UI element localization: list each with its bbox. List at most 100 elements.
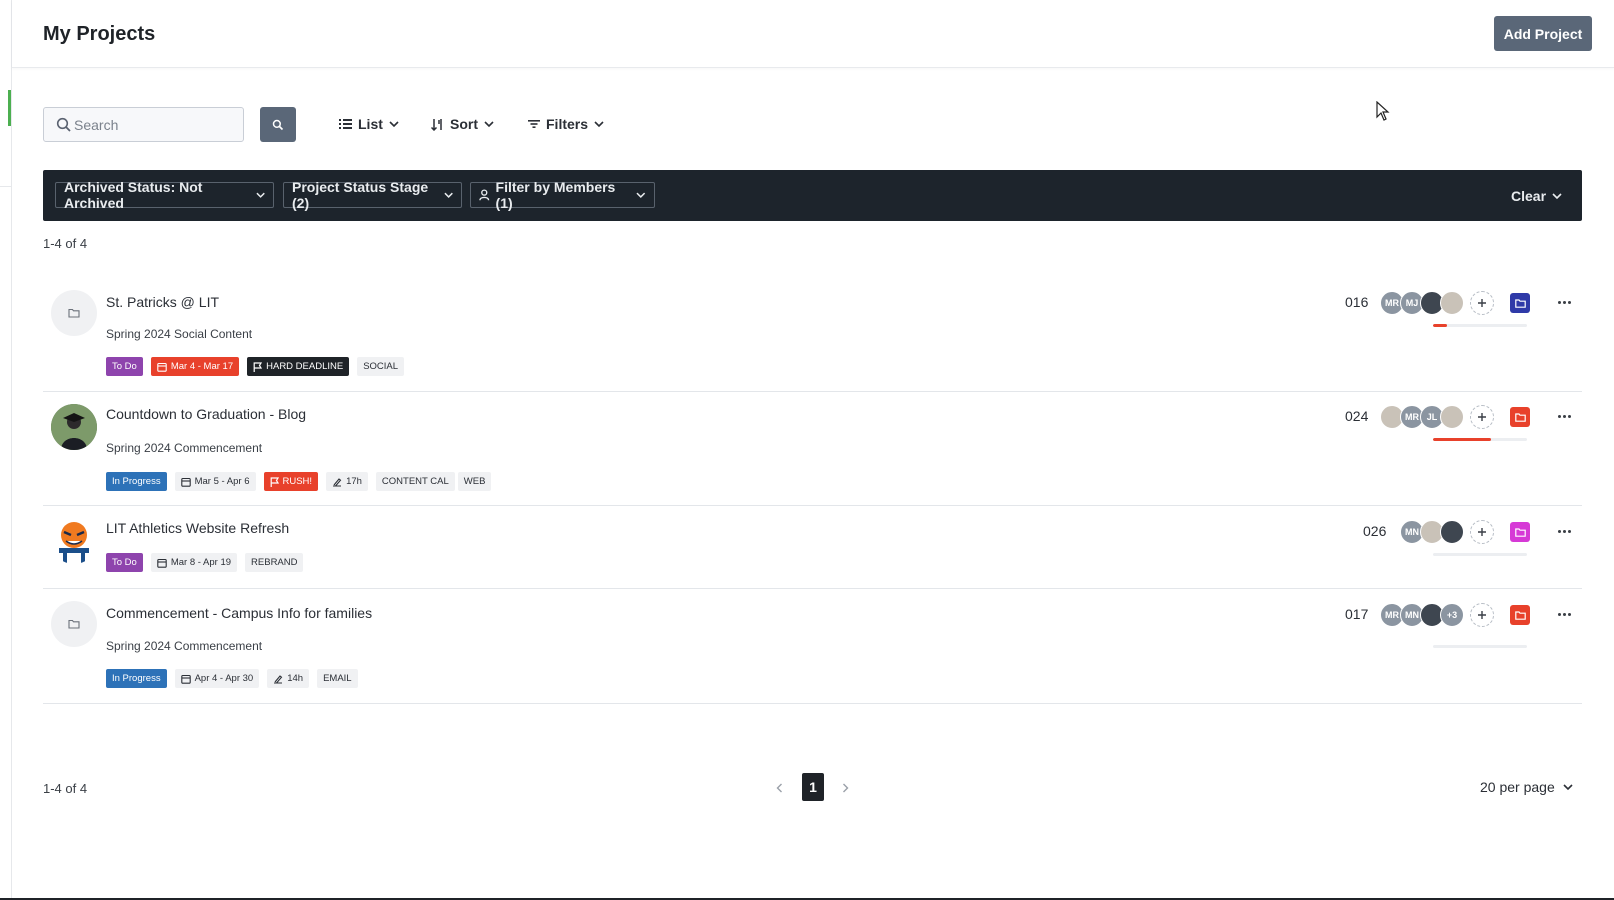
search-field[interactable] [43,107,244,142]
calendar-icon [157,558,167,568]
more-options-button[interactable] [1553,523,1575,539]
filter-chip-status-stage[interactable]: Project Status Stage (2) [283,179,462,211]
page-title: My Projects [43,23,156,45]
add-member-button[interactable] [1470,291,1494,315]
project-title[interactable]: Countdown to Graduation - Blog [106,406,306,422]
page-number-current[interactable]: 1 [802,773,824,801]
flag-icon [253,361,263,372]
status-badge[interactable]: To Do [106,553,143,572]
project-number: 017 [1345,606,1369,622]
project-title[interactable]: LIT Athletics Website Refresh [106,520,289,536]
flag-tag[interactable]: RUSH! [263,472,319,491]
project-subtitle: Spring 2024 Commencement [106,639,263,653]
add-project-button[interactable]: Add Project [1494,16,1592,51]
member-photo-avatar[interactable] [1440,520,1464,544]
project-row[interactable]: St. Patricks @ LIT Spring 2024 Social Co… [43,276,1582,392]
more-options-button[interactable] [1553,294,1575,310]
project-number: 026 [1363,523,1387,539]
filter-chip-label: Archived Status: Not Archived [64,179,203,211]
search-input[interactable] [74,116,234,133]
folder-icon [68,308,80,318]
mouse-cursor-icon [1376,101,1390,121]
date-range-label: Mar 5 - Apr 6 [194,476,250,487]
sort-label: Sort [450,116,478,132]
project-row[interactable]: Commencement - Campus Info for families … [43,589,1582,704]
label-tag[interactable]: CONTENT CAL [375,472,455,491]
sort-selector[interactable]: Sort [431,113,494,135]
project-avatar [51,290,97,336]
next-page-button[interactable] [838,781,852,795]
view-selector[interactable]: List [339,113,399,135]
view-label: List [358,116,383,132]
filter-chip-archived-status[interactable]: Archived Status: Not Archived [55,179,274,211]
filters-selector[interactable]: Filters [528,113,604,135]
add-member-button[interactable] [1470,520,1494,544]
chevron-left-icon [776,783,782,793]
flag-label: RUSH! [282,476,313,487]
filter-chip-members[interactable]: Filter by Members (1) [470,179,655,211]
project-title[interactable]: Commencement - Campus Info for families [106,605,372,621]
project-row[interactable]: Countdown to Graduation - Blog Spring 20… [43,392,1582,506]
project-avatar [51,518,97,564]
project-folder-button[interactable] [1510,293,1530,313]
progress-fill [1433,324,1448,327]
label-tag[interactable]: EMAIL [317,669,358,688]
more-options-button[interactable] [1553,408,1575,424]
chevron-down-icon [1563,783,1573,790]
plus-icon [1478,299,1486,307]
filter-icon [528,120,540,128]
date-range-tag[interactable]: Apr 4 - Apr 30 [174,669,260,688]
label-tag[interactable]: SOCIAL [357,357,405,376]
chevron-down-icon [256,192,265,198]
project-tags: In Progress Mar 5 - Apr 6 RUSH! 17h CONT… [106,472,492,491]
per-page-selector[interactable]: 20 per page [1480,779,1573,795]
flag-tag[interactable]: HARD DEADLINE [247,357,350,376]
add-member-button[interactable] [1470,405,1494,429]
chevron-down-icon [1552,192,1562,199]
more-members-count[interactable]: +3 [1440,603,1464,627]
member-photo-avatar[interactable] [1440,405,1464,429]
progress-bar [1433,324,1527,327]
project-subtitle: Spring 2024 Social Content [106,327,253,341]
project-tags: To Do Mar 4 - Mar 17 HARD DEADLINE SOCIA… [106,357,405,376]
date-range-tag[interactable]: Mar 8 - Apr 19 [150,553,238,572]
plus-icon [1478,413,1486,421]
add-member-button[interactable] [1470,603,1494,627]
project-folder-button[interactable] [1510,605,1530,625]
time-tag[interactable]: 17h [326,472,368,491]
member-avatars[interactable]: MR MN +3 [1380,603,1464,627]
more-options-button[interactable] [1553,606,1575,622]
project-folder-button[interactable] [1510,407,1530,427]
time-tag[interactable]: 14h [267,669,310,688]
chevron-down-icon [389,120,399,127]
project-number: 016 [1345,294,1369,310]
project-row[interactable]: LIT Athletics Website Refresh To Do Mar … [43,506,1582,589]
graduate-photo-icon [51,404,97,450]
date-range-label: Mar 8 - Apr 19 [170,557,232,568]
status-badge[interactable]: To Do [106,357,143,376]
project-title[interactable]: St. Patricks @ LIT [106,294,219,310]
person-icon [479,189,490,201]
filters-label: Filters [546,116,589,132]
clear-filters-button[interactable]: Clear [1511,186,1562,206]
member-photo-avatar[interactable] [1440,291,1464,315]
label-tag[interactable]: WEB [457,472,492,491]
previous-page-button[interactable] [772,781,786,795]
calendar-icon [180,674,191,684]
calendar-icon [157,362,167,372]
member-avatars[interactable]: MR MJ [1380,291,1464,315]
plus-icon [1478,528,1486,536]
project-folder-button[interactable] [1510,522,1530,542]
member-avatars[interactable]: MR JL [1380,405,1464,429]
date-range-label: Mar 4 - Mar 17 [170,361,234,372]
member-avatars[interactable]: MN [1400,520,1464,544]
date-range-tag[interactable]: Mar 4 - Mar 17 [150,357,240,376]
time-label: 14h [287,673,304,684]
label-tag[interactable]: REBRAND [245,553,304,572]
project-tags: To Do Mar 8 - Apr 19 REBRAND [106,553,304,572]
search-submit-button[interactable] [260,107,296,142]
status-badge[interactable]: In Progress [106,669,167,688]
status-badge[interactable]: In Progress [106,472,167,491]
date-range-tag[interactable]: Mar 5 - Apr 6 [174,472,256,491]
progress-bar [1433,438,1527,441]
